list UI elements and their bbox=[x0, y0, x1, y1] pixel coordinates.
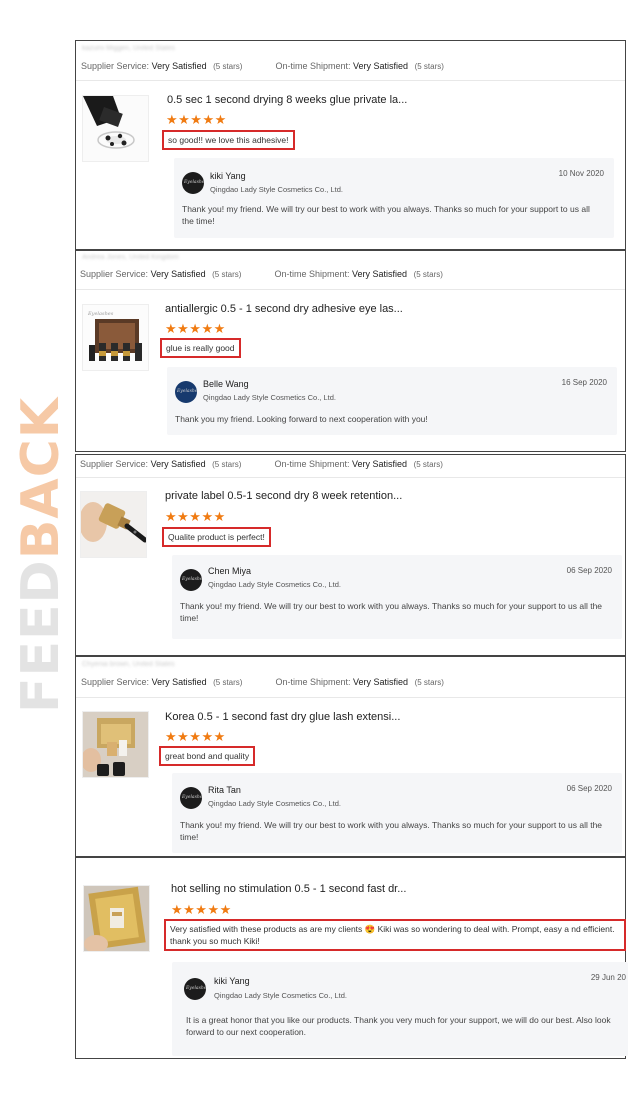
supplier-service-value: Very Satisfied bbox=[150, 459, 206, 469]
rating-summary: Supplier Service: Very Satisfied (5 star… bbox=[80, 459, 443, 469]
on-time-shipment-value: Very Satisfied bbox=[352, 269, 408, 279]
supplier-service-value: Very Satisfied bbox=[150, 269, 206, 279]
avatar: Eyelashes bbox=[180, 569, 202, 591]
reply-author-name: Chen Miya bbox=[208, 566, 252, 576]
product-title[interactable]: 0.5 sec 1 second drying 8 weeks glue pri… bbox=[167, 94, 407, 106]
supplier-service-value: Very Satisfied bbox=[151, 61, 207, 71]
on-time-shipment-value: Very Satisfied bbox=[353, 61, 409, 71]
review-comment: glue is really good bbox=[160, 338, 241, 358]
review-comment: great bond and quality bbox=[159, 746, 256, 766]
supplier-service-label: Supplier Service: bbox=[80, 269, 149, 279]
watermark-text-feed: FEED bbox=[11, 559, 71, 714]
reply-text: It is a great honor that you like our pr… bbox=[186, 1015, 611, 1037]
review-star-rating: ★★★★★ bbox=[165, 729, 226, 744]
review-card: hot selling no stimulation 0.5 - 1 secon… bbox=[75, 857, 628, 1059]
divider bbox=[76, 477, 625, 478]
divider bbox=[76, 289, 625, 290]
reply-company: Qingdao Lady Style Cosmetics Co., Ltd. bbox=[203, 393, 336, 402]
review-star-rating: ★★★★★ bbox=[171, 902, 232, 917]
feedback-watermark: FEEDBACK bbox=[11, 397, 71, 713]
supplier-service-value: Very Satisfied bbox=[151, 677, 207, 687]
supplier-service-label: Supplier Service: bbox=[81, 61, 150, 71]
review-star-rating: ★★★★★ bbox=[165, 509, 226, 524]
reply-author-name: Rita Tan bbox=[208, 785, 241, 795]
reply-text: Thank you! my friend. We will try our be… bbox=[180, 820, 603, 842]
reply-date: 06 Sep 2020 bbox=[566, 566, 612, 575]
product-thumbnail[interactable] bbox=[82, 95, 149, 162]
on-time-shipment-stars: (5 stars) bbox=[413, 270, 443, 279]
on-time-shipment-value: Very Satisfied bbox=[353, 677, 409, 687]
on-time-shipment-label: On-time Shipment: bbox=[275, 61, 351, 71]
supplier-service-stars: (5 stars) bbox=[212, 460, 242, 469]
on-time-shipment-stars: (5 stars) bbox=[414, 678, 444, 687]
reply-company: Qingdao Lady Style Cosmetics Co., Ltd. bbox=[208, 580, 341, 589]
on-time-shipment-label: On-time Shipment: bbox=[274, 459, 350, 469]
buyer-name: Andrea Jones, United Kingdom bbox=[82, 254, 179, 261]
supplier-service-stars: (5 stars) bbox=[212, 270, 242, 279]
review-card: Andrea Jones, United Kingdom Supplier Se… bbox=[75, 250, 626, 452]
reply-author-name: kiki Yang bbox=[210, 171, 246, 181]
rating-summary: Supplier Service: Very Satisfied (5 star… bbox=[81, 61, 444, 71]
product-title[interactable]: Korea 0.5 - 1 second fast dry glue lash … bbox=[165, 711, 400, 723]
reply-company: Qingdao Lady Style Cosmetics Co., Ltd. bbox=[208, 799, 341, 808]
avatar: Eyelashes bbox=[175, 381, 197, 403]
supplier-reply: Eyelashes kiki Yang Qingdao Lady Style C… bbox=[172, 962, 628, 1056]
product-title[interactable]: hot selling no stimulation 0.5 - 1 secon… bbox=[171, 883, 406, 895]
reply-author-name: kiki Yang bbox=[214, 976, 250, 986]
product-thumbnail[interactable] bbox=[80, 491, 147, 558]
reply-date: 16 Sep 2020 bbox=[561, 378, 607, 387]
on-time-shipment-stars: (5 stars) bbox=[413, 460, 443, 469]
supplier-service-label: Supplier Service: bbox=[81, 677, 150, 687]
svg-text:Eyelashes: Eyelashes bbox=[87, 311, 114, 317]
buyer-name: kazumi Miggen, United States bbox=[82, 45, 175, 52]
on-time-shipment-label: On-time Shipment: bbox=[275, 677, 351, 687]
product-title[interactable]: antiallergic 0.5 - 1 second dry adhesive… bbox=[165, 303, 403, 315]
product-thumbnail[interactable] bbox=[83, 885, 150, 952]
product-thumbnail[interactable] bbox=[82, 711, 149, 778]
supplier-service-stars: (5 stars) bbox=[213, 678, 243, 687]
on-time-shipment-stars: (5 stars) bbox=[414, 62, 444, 71]
divider bbox=[76, 80, 625, 81]
supplier-service-stars: (5 stars) bbox=[213, 62, 243, 71]
product-thumbnail[interactable]: Eyelashes bbox=[82, 304, 149, 371]
reply-text: Thank you! my friend. We will try our be… bbox=[180, 601, 603, 623]
avatar: Eyelashes bbox=[180, 787, 202, 809]
reply-text: Thank you my friend. Looking forward to … bbox=[175, 414, 428, 424]
review-card: kazumi Miggen, United States Supplier Se… bbox=[75, 40, 626, 250]
review-comment: Very satisfied with these products as ar… bbox=[164, 919, 626, 951]
review-comment: so good!! we love this adhesive! bbox=[162, 130, 295, 150]
review-star-rating: ★★★★★ bbox=[165, 321, 226, 336]
reply-text: Thank you! my friend. We will try our be… bbox=[182, 204, 590, 226]
supplier-reply: Eyelashes Rita Tan Qingdao Lady Style Co… bbox=[172, 773, 622, 853]
review-comment: Qualite product is perfect! bbox=[162, 527, 271, 547]
divider bbox=[76, 697, 625, 698]
avatar: Eyelashes bbox=[184, 978, 206, 1000]
supplier-reply: Eyelashes Chen Miya Qingdao Lady Style C… bbox=[172, 555, 622, 639]
on-time-shipment-label: On-time Shipment: bbox=[274, 269, 350, 279]
reply-company: Qingdao Lady Style Cosmetics Co., Ltd. bbox=[210, 185, 343, 194]
review-card: Chyenia brown, United States Supplier Se… bbox=[75, 656, 626, 857]
review-star-rating: ★★★★★ bbox=[166, 112, 227, 127]
reply-company: Qingdao Lady Style Cosmetics Co., Ltd. bbox=[214, 991, 347, 1000]
buyer-name: Chyenia brown, United States bbox=[82, 661, 175, 668]
product-title[interactable]: private label 0.5-1 second dry 8 week re… bbox=[165, 490, 402, 502]
on-time-shipment-value: Very Satisfied bbox=[352, 459, 408, 469]
watermark-text-back: BACK bbox=[11, 396, 71, 560]
supplier-service-label: Supplier Service: bbox=[80, 459, 149, 469]
supplier-reply: Eyelashes kiki Yang Qingdao Lady Style C… bbox=[174, 158, 614, 238]
reply-date: 29 Jun 20 bbox=[590, 973, 626, 982]
reply-date: 10 Nov 2020 bbox=[558, 169, 604, 178]
supplier-reply: Eyelashes Belle Wang Qingdao Lady Style … bbox=[167, 367, 617, 435]
rating-summary: Supplier Service: Very Satisfied (5 star… bbox=[81, 677, 444, 687]
avatar: Eyelashes bbox=[182, 172, 204, 194]
review-card: Supplier Service: Very Satisfied (5 star… bbox=[75, 454, 626, 656]
reply-author-name: Belle Wang bbox=[203, 379, 249, 389]
reply-date: 06 Sep 2020 bbox=[566, 784, 612, 793]
rating-summary: Supplier Service: Very Satisfied (5 star… bbox=[80, 269, 443, 279]
